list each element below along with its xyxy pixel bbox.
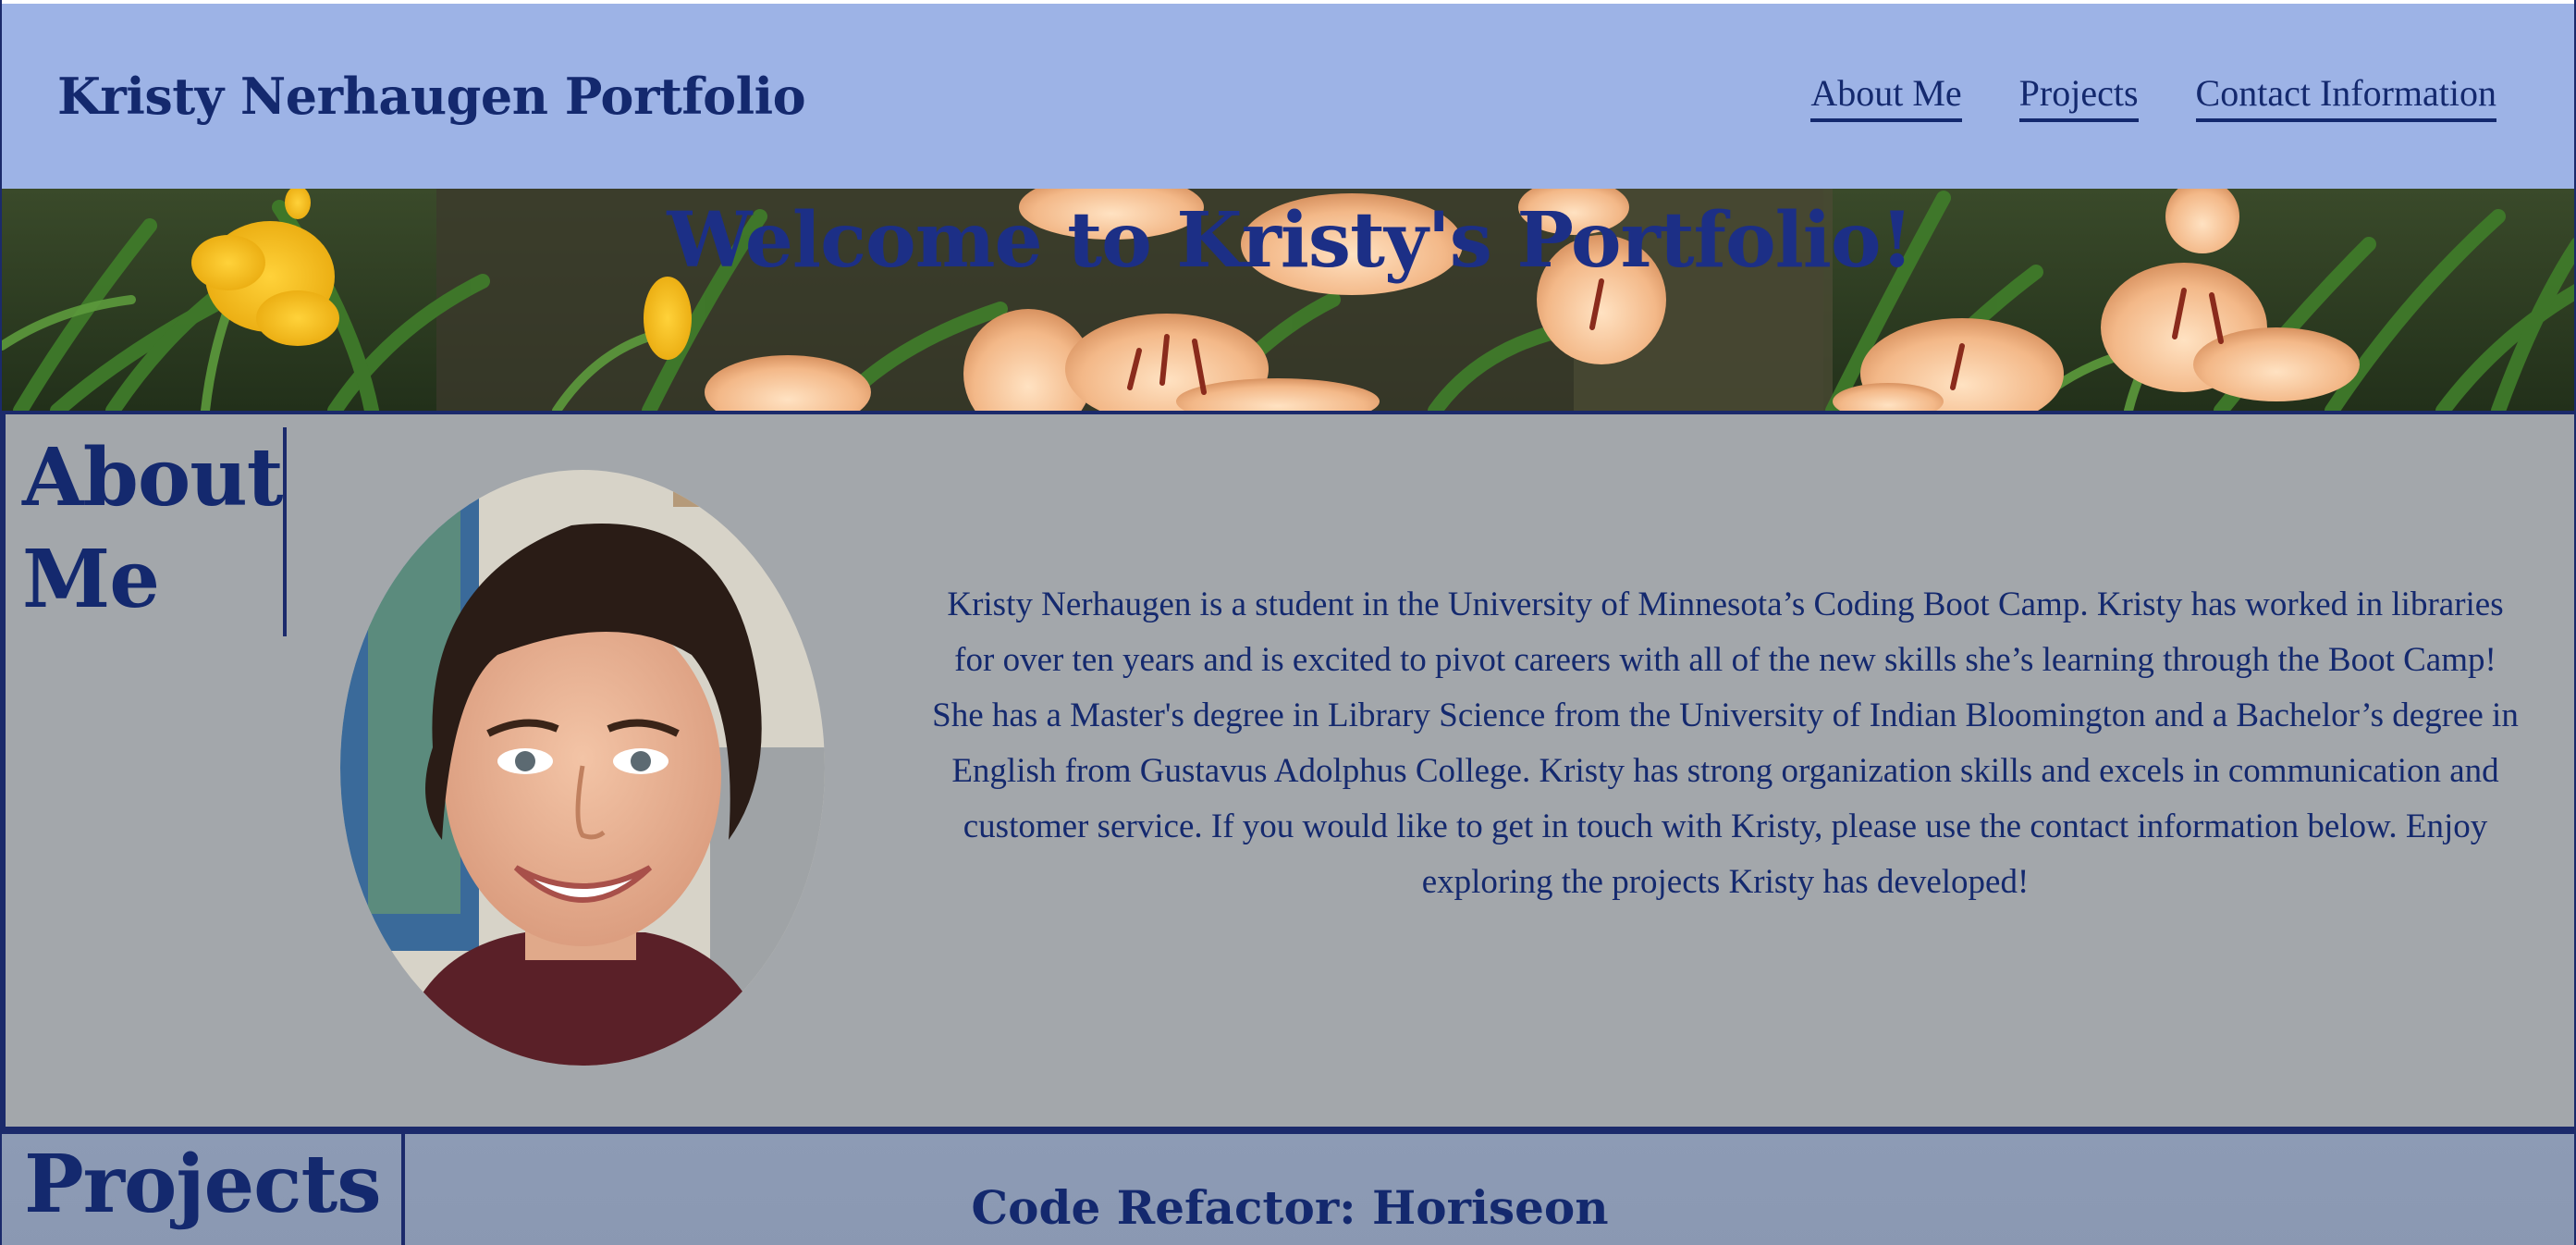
nav-link-projects[interactable]: Projects — [2018, 71, 2139, 122]
hero-title: Welcome to Kristy's Portfolio! — [667, 196, 1913, 285]
site-header: Kristy Nerhaugen Portfolio About Me Proj… — [2, 4, 2574, 189]
about-heading-box: About Me — [22, 427, 287, 636]
about-description: Kristy Nerhaugen is a student in the Uni… — [932, 586, 2519, 901]
nav-link-about-me[interactable]: About Me — [1810, 71, 1962, 122]
profile-photo-image — [340, 470, 825, 1066]
about-section: About Me Kristy Nerhaugen is a student i… — [2, 411, 2574, 1130]
project-title[interactable]: Code Refactor: Horiseon — [2, 1180, 2574, 1235]
main-nav: About Me Projects Contact Information — [1810, 71, 2496, 122]
projects-section: Projects Code Refactor: Horiseon — [2, 1130, 2574, 1245]
nav-link-contact-information[interactable]: Contact Information — [2195, 71, 2496, 122]
profile-photo — [340, 470, 825, 1066]
hero-banner: Welcome to Kristy's Portfolio! — [2, 189, 2574, 411]
about-heading: About Me — [22, 431, 283, 626]
portfolio-page: Kristy Nerhaugen Portfolio About Me Proj… — [0, 0, 2576, 1245]
site-title: Kristy Nerhaugen Portfolio — [57, 67, 806, 126]
